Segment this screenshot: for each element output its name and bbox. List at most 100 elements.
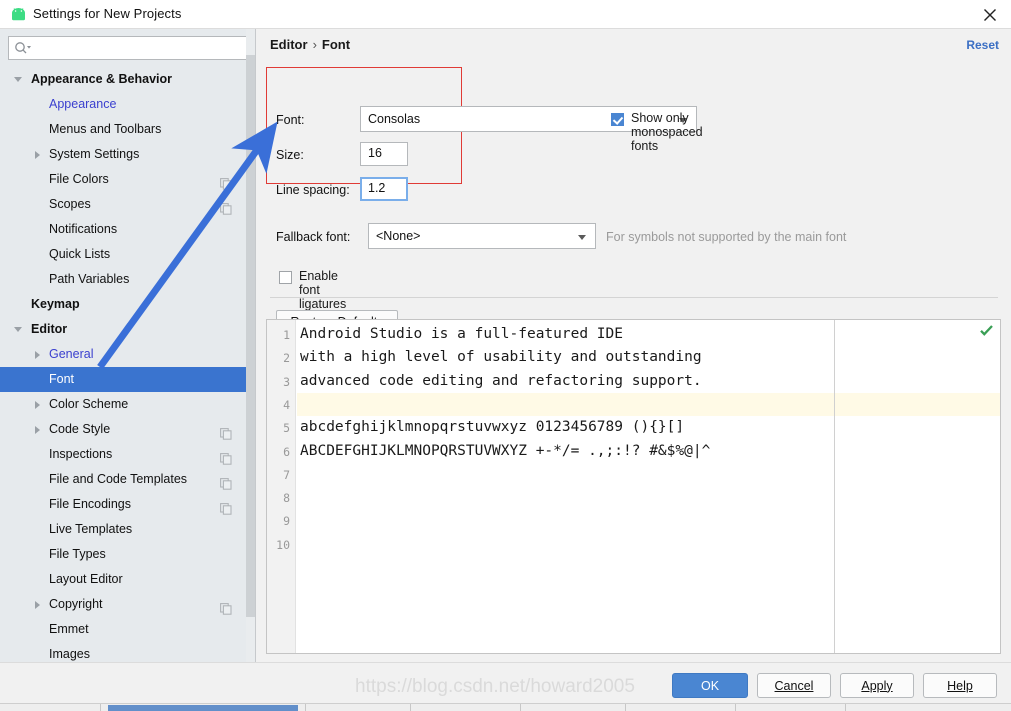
background-strip-gridline (625, 704, 626, 711)
background-strip-highlight (108, 705, 298, 711)
editor-line-number: 8 (283, 491, 290, 506)
breadcrumb-root[interactable]: Editor (270, 37, 308, 52)
reset-link[interactable]: Reset (966, 38, 999, 52)
editor-code-line: ABCDEFGHIJKLMNOPQRSTUVWXYZ +-*/= .,;:!? … (297, 443, 1000, 459)
section-divider (270, 297, 998, 298)
sidebar-item-label: Keymap (31, 297, 80, 311)
sidebar-scrollbar-thumb[interactable] (246, 55, 255, 617)
sidebar-item-label: Font (49, 372, 75, 386)
chevron-right-icon[interactable] (35, 151, 40, 159)
background-strip-gridline (100, 704, 101, 711)
font-settings-panel: Editor › Font Reset Font: Consolas Show on… (257, 29, 1011, 662)
apply-button-label: Apply (861, 678, 893, 693)
window-title: Settings for New Projects (33, 6, 182, 21)
search-icon (14, 41, 31, 59)
cancel-button[interactable]: Cancel (757, 673, 831, 698)
breadcrumb-separator: › (312, 37, 317, 52)
sidebar-item-file-colors[interactable]: File Colors (0, 167, 248, 192)
checkbox-box[interactable] (611, 113, 624, 126)
sidebar-item-layout-editor[interactable]: Layout Editor (0, 567, 248, 592)
editor-line-number: 9 (283, 514, 290, 529)
sidebar-item-general[interactable]: General (0, 342, 248, 367)
checkbox-box[interactable] (279, 271, 292, 284)
background-strip-gridline (735, 704, 736, 711)
sidebar-item-system-settings[interactable]: System Settings (0, 142, 248, 167)
font-family-value: Consolas (368, 112, 421, 126)
sidebar-item-label: Appearance & Behavior (31, 72, 173, 86)
sidebar-item-font[interactable]: Font (0, 367, 248, 392)
editor-code-area[interactable]: Android Studio is a full-featured IDE wit… (297, 320, 1000, 653)
sidebar-item-notifications[interactable]: Notifications (0, 217, 248, 242)
chevron-down-icon (578, 235, 586, 240)
line-spacing-input[interactable]: 1.2 (360, 177, 408, 201)
size-label: Size: (276, 148, 304, 162)
sidebar-item-file-types[interactable]: File Types (0, 542, 248, 567)
sidebar-item-copyright[interactable]: Copyright (0, 592, 248, 617)
breadcrumb-leaf: Font (321, 37, 351, 52)
sidebar-item-label: File and Code Templates (49, 472, 188, 486)
sidebar-item-label: Images (49, 647, 90, 661)
sidebar-item-inspections[interactable]: Inspections (0, 442, 248, 467)
background-window-strip (0, 703, 1011, 711)
help-button[interactable]: Help (923, 673, 997, 698)
sidebar-item-code-style[interactable]: Code Style (0, 417, 248, 442)
background-strip-gridline (520, 704, 521, 711)
sidebar-item-label: Appearance (49, 97, 117, 111)
apply-button[interactable]: Apply (840, 673, 914, 698)
sidebar-item-file-and-code-templates[interactable]: File and Code Templates (0, 467, 248, 492)
sidebar-item-label: File Types (49, 547, 106, 561)
sidebar-item-label: System Settings (49, 147, 140, 161)
editor-line-number: 1 (283, 328, 290, 342)
sidebar-item-live-templates[interactable]: Live Templates (0, 517, 248, 542)
sidebar-item-images[interactable]: Images (0, 642, 248, 662)
cancel-button-label: Cancel (774, 678, 814, 693)
settings-sidebar: Appearance & Behavior Appearance Menus and… (0, 29, 256, 662)
editor-line-number: 6 (283, 444, 290, 459)
sidebar-item-quick-lists[interactable]: Quick Lists (0, 242, 248, 267)
sidebar-item-label: Editor (31, 322, 68, 336)
editor-line-number: 4 (283, 397, 290, 412)
sidebar-item-label: Layout Editor (49, 572, 123, 586)
sidebar-item-appearance-behavior[interactable]: Appearance & Behavior (0, 67, 248, 92)
sidebar-item-color-scheme[interactable]: Color Scheme (0, 392, 248, 417)
chevron-right-icon[interactable] (35, 401, 40, 409)
background-strip-gridline (410, 704, 411, 711)
search-box[interactable] (8, 36, 248, 60)
ok-button[interactable]: OK (672, 673, 748, 698)
chevron-down-icon[interactable] (14, 77, 22, 82)
chevron-right-icon[interactable] (35, 601, 40, 609)
sidebar-item-editor[interactable]: Editor (0, 317, 248, 342)
sidebar-scrollbar-track[interactable] (246, 29, 255, 662)
title-bar: Settings for New Projects (0, 0, 1011, 29)
sidebar-item-path-variables[interactable]: Path Variables (0, 267, 248, 292)
chevron-down-icon[interactable] (14, 327, 22, 332)
editor-code-line: advanced code editing and refactoring su… (297, 373, 1000, 389)
sidebar-item-label: General (49, 347, 94, 361)
sidebar-item-label: Inspections (49, 447, 113, 461)
settings-dialog: Settings for New Projects Appearance & B… (0, 0, 1011, 711)
sidebar-item-appearance[interactable]: Appearance (0, 92, 248, 117)
search-input[interactable] (35, 37, 245, 59)
help-button-label: Help (947, 678, 973, 693)
sidebar-item-scopes[interactable]: Scopes (0, 192, 248, 217)
green-check-icon[interactable] (980, 324, 993, 340)
sidebar-item-label: Menus and Toolbars (49, 122, 162, 136)
editor-code-line: with a high level of usability and outst… (297, 349, 1000, 365)
sidebar-item-file-encodings[interactable]: File Encodings (0, 492, 248, 517)
font-size-input[interactable]: 16 (360, 142, 408, 166)
editor-code-line: Android Studio is a full-featured IDE (297, 326, 1000, 342)
line-spacing-label: Line spacing: (276, 183, 350, 197)
chevron-right-icon[interactable] (35, 426, 40, 434)
chevron-right-icon[interactable] (35, 351, 40, 359)
sidebar-item-label: Live Templates (49, 522, 133, 536)
close-icon[interactable] (977, 2, 1003, 27)
sidebar-item-emmet[interactable]: Emmet (0, 617, 248, 642)
sidebar-item-keymap[interactable]: Keymap (0, 292, 248, 317)
editor-code-line: abcdefghijklmnopqrstuvwxyz 0123456789 ()… (297, 419, 1000, 435)
fallback-font-hint: For symbols not supported by the main fo… (606, 230, 847, 244)
editor-gutter: 1 2 3 4 5 6 7 8 9 10 (267, 320, 296, 653)
font-preview-editor[interactable]: 1 2 3 4 5 6 7 8 9 10 Android Studio is a full-fea… (266, 319, 1001, 654)
sidebar-item-menus-and-toolbars[interactable]: Menus and Toolbars (0, 117, 248, 142)
sidebar-item-label: Scopes (49, 197, 91, 211)
fallback-font-combo[interactable]: <None> (368, 223, 596, 249)
